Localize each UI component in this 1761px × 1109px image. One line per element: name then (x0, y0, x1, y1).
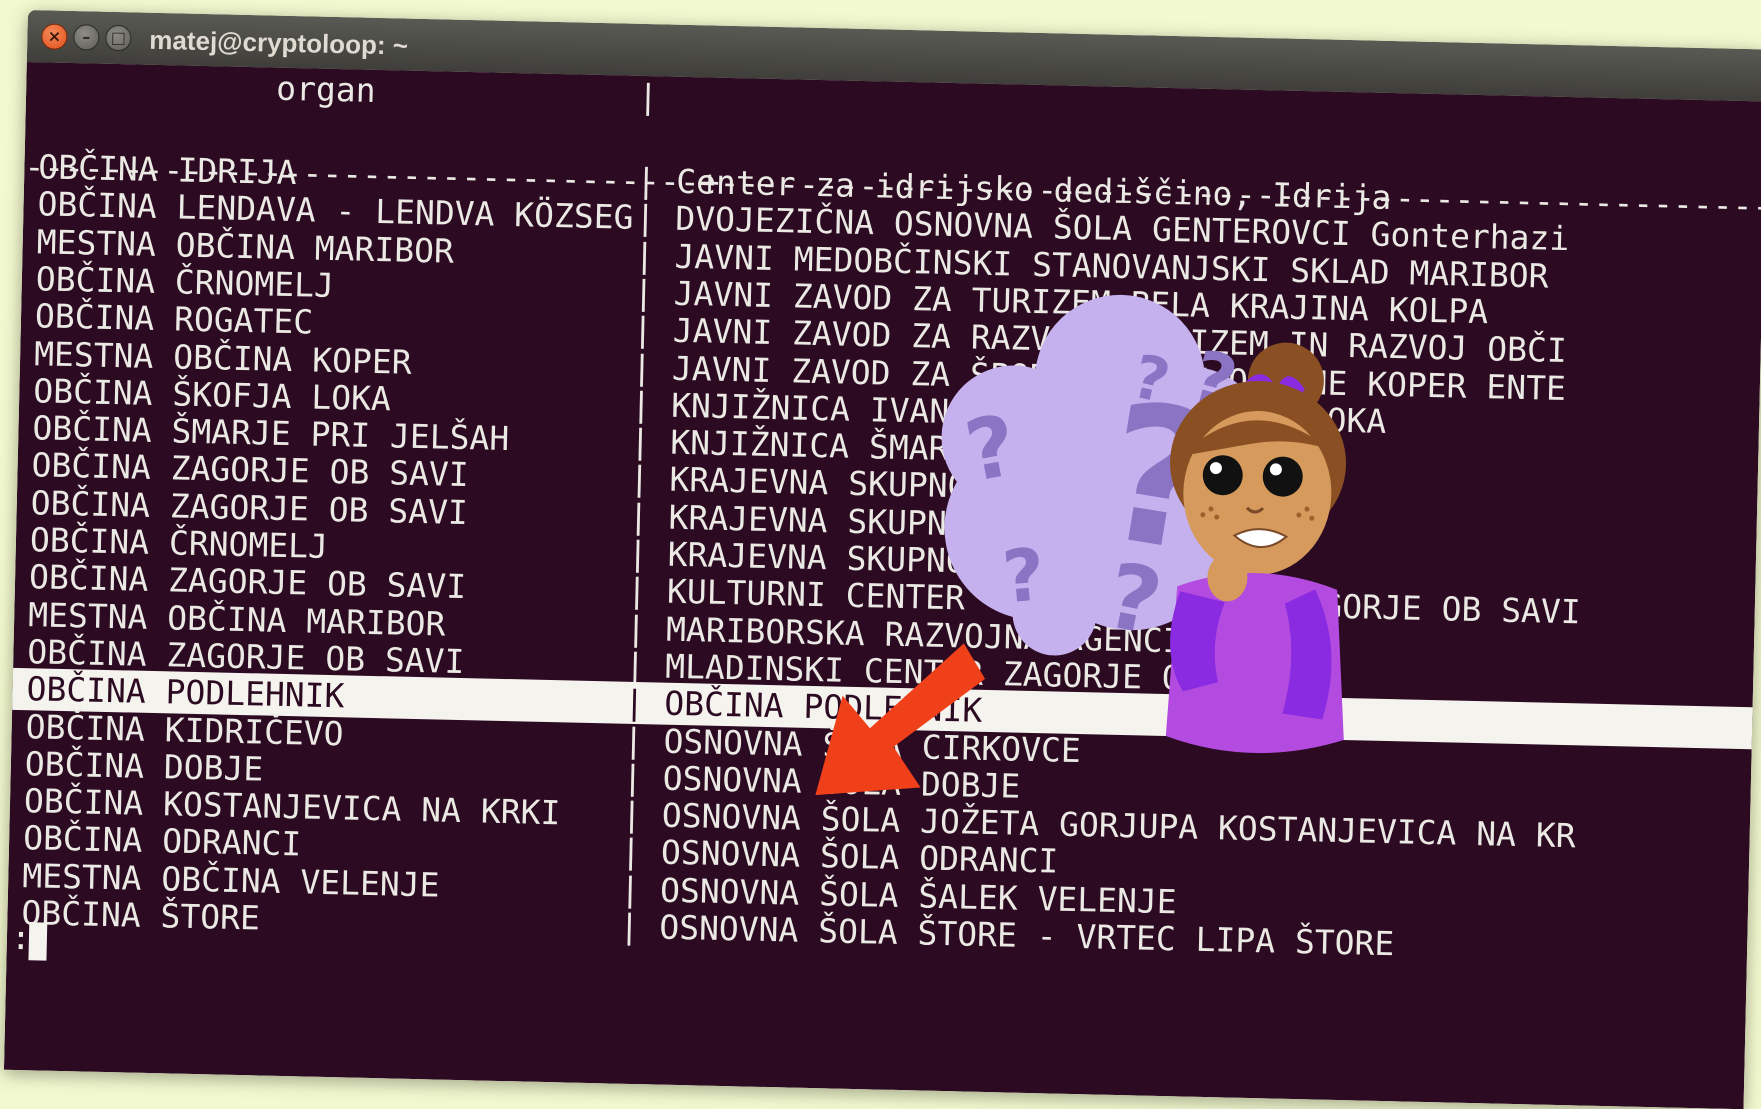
close-button[interactable]: × (41, 23, 68, 50)
terminal-window: × – □ matej@cryptoloop: ~ organ | ------… (3, 10, 1761, 1109)
column-separator: | (637, 76, 659, 117)
column-separator: | (632, 309, 654, 350)
column-separator: | (629, 459, 650, 499)
column-separator: | (633, 272, 655, 313)
svg-text:?: ? (999, 532, 1048, 619)
terminal-area[interactable]: organ | --------------------------------… (3, 61, 1761, 1109)
maximize-icon: □ (110, 27, 127, 48)
column-separator: | (620, 832, 642, 872)
window-title: matej@cryptoloop: ~ (149, 24, 409, 61)
column-separator: | (618, 906, 640, 947)
column-separator: | (623, 720, 644, 760)
column-separator: | (634, 235, 655, 275)
column-separator: | (630, 384, 652, 425)
text-cursor (28, 922, 48, 961)
column-separator: | (621, 794, 643, 835)
column-separator: | (635, 198, 656, 238)
column-header-organ: organ (275, 68, 377, 110)
column-separator: | (627, 533, 649, 574)
minimize-button[interactable]: – (73, 24, 100, 51)
column-separator: | (624, 645, 646, 686)
column-separator: | (629, 421, 651, 462)
column-separator: | (622, 757, 644, 797)
close-icon: × (47, 26, 62, 46)
column-separator: | (619, 869, 641, 909)
column-separator: | (626, 571, 648, 611)
column-separator: | (625, 608, 647, 648)
column-separator: | (628, 496, 649, 536)
maximize-button[interactable]: □ (105, 24, 132, 52)
column-separator: | (624, 682, 645, 723)
column-separator: | (631, 347, 653, 387)
organ-cell: OBČINA ŠTORE (21, 893, 261, 938)
column-separator: | (635, 160, 657, 201)
minimize-icon: – (82, 27, 91, 47)
confused-girl-icon: ? ? ? ? ? ? (941, 294, 1347, 754)
